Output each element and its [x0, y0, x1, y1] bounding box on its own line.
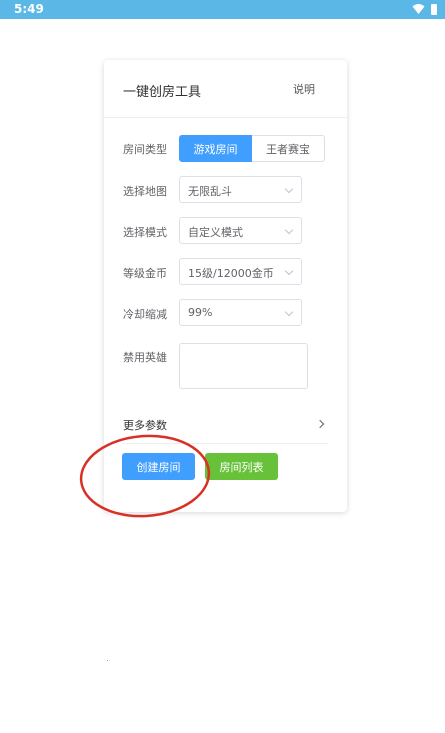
chevron-right-icon [315, 419, 325, 429]
banned-heroes-label: 禁用英雄 [123, 351, 167, 364]
map-select-value: 无限乱斗 [188, 185, 232, 198]
card-title: 一键创房工具 [123, 85, 202, 100]
status-icons [412, 3, 437, 15]
more-params-row[interactable]: 更多参数 [123, 415, 328, 435]
room-list-button[interactable]: 房间列表 [205, 453, 278, 480]
banned-heroes-input[interactable] [179, 343, 308, 389]
chevron-down-icon [284, 307, 294, 317]
help-link[interactable]: 说明 [293, 81, 315, 97]
highlight-circle-annotation [79, 434, 211, 518]
mode-select[interactable]: 自定义模式 [179, 217, 302, 244]
map-select[interactable]: 无限乱斗 [179, 176, 302, 203]
level-gold-select[interactable]: 15级/12000金币 [179, 258, 302, 285]
mode-select-value: 自定义模式 [188, 226, 243, 239]
wifi-icon [412, 4, 425, 14]
chevron-down-icon [284, 225, 294, 235]
room-type-label: 房间类型 [123, 143, 167, 156]
level-gold-select-value: 15级/12000金币 [188, 267, 274, 280]
room-type-segmented: 游戏房间 王者赛宝 [179, 135, 325, 162]
chevron-down-icon [284, 184, 294, 194]
more-params-label: 更多参数 [123, 419, 167, 432]
battery-icon [431, 3, 437, 15]
map-label: 选择地图 [123, 185, 167, 198]
card-header: 一键创房工具 说明 [104, 60, 347, 118]
room-type-option-game[interactable]: 游戏房间 [179, 135, 252, 162]
cooldown-select-value: 99% [188, 306, 213, 319]
cooldown-select[interactable]: 99% [179, 299, 302, 326]
room-type-option-king[interactable]: 王者赛宝 [252, 135, 325, 162]
chevron-down-icon [284, 266, 294, 276]
status-time: 5:49 [14, 2, 44, 16]
cooldown-label: 冷却缩减 [123, 308, 167, 321]
level-gold-label: 等级金币 [123, 267, 167, 280]
stray-dot [107, 660, 108, 661]
status-bar: 5:49 [0, 0, 445, 19]
mode-label: 选择模式 [123, 226, 167, 239]
